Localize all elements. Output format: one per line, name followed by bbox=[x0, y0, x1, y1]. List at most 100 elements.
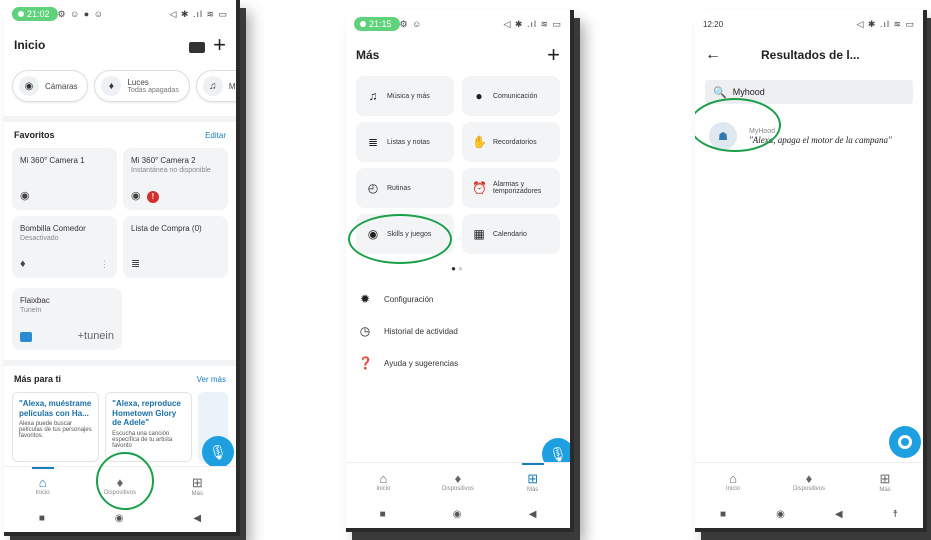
status-system-icons: ◁ ✱ .ıl ≋ ▭ bbox=[503, 18, 562, 29]
tile-lists[interactable]: ≣ Listas y notas bbox=[356, 122, 454, 162]
list-icon: ≣ bbox=[131, 258, 141, 270]
music-icon: ♫ bbox=[202, 76, 223, 96]
favorite-card-shopping-list[interactable]: Lista de Compra (0) ≣ bbox=[123, 216, 228, 278]
favorite-card-camera-1[interactable]: Mi 360° Camera 1 ◉ bbox=[12, 148, 117, 210]
routine-icon: ◴ bbox=[367, 181, 379, 195]
nav-home[interactable]: ⌂ Inicio bbox=[18, 467, 68, 496]
grid-plus-icon: ⊞ bbox=[527, 470, 539, 486]
bulb-icon: ♦ bbox=[101, 76, 122, 96]
nav-devices[interactable]: ♦ Dispositivos bbox=[784, 471, 834, 492]
grid-plus-icon: ⊞ bbox=[191, 474, 203, 490]
accessibility-icon[interactable]: ☨ bbox=[893, 509, 898, 520]
device-type-chips: ◉ Cámaras ♦ Luces Todas apagadas ♫ Mú bbox=[4, 62, 236, 110]
status-time: 12:20 bbox=[703, 19, 724, 29]
recents-icon[interactable]: ■ bbox=[380, 509, 386, 520]
favorites-title: Favoritos bbox=[14, 130, 55, 140]
tile-communication[interactable]: ● Comunicación bbox=[462, 76, 560, 116]
status-system-icons: ◁ ✱ .ıl ≋ ▭ bbox=[856, 18, 915, 29]
home-button-icon[interactable]: ◉ bbox=[776, 509, 785, 520]
chip-lights[interactable]: ♦ Luces Todas apagadas bbox=[94, 70, 190, 102]
list-item-help[interactable]: ❓ Ayuda y sugerencias bbox=[358, 347, 558, 379]
recents-icon[interactable]: ■ bbox=[720, 509, 726, 520]
status-bar: 12:20 ◁ ✱ .ıl ≋ ▭ bbox=[695, 10, 923, 38]
nav-home[interactable]: ⌂ Inicio bbox=[708, 471, 758, 492]
nav-more[interactable]: ⊞ Más bbox=[860, 471, 910, 493]
settings-icon: ✹ bbox=[359, 292, 371, 306]
edit-favorites-link[interactable]: Editar bbox=[205, 131, 226, 140]
status-bar: 21:02 ⚙ ☺ ● ☺ ◁ ✱ .ıl ≋ ▭ bbox=[4, 0, 236, 28]
keyboard-icon[interactable] bbox=[189, 41, 206, 53]
favorite-card-tunein[interactable]: Flaixbac TuneIn +tunein bbox=[12, 288, 122, 350]
nav-more[interactable]: ⊞ Más bbox=[508, 462, 558, 493]
alexa-button[interactable] bbox=[889, 426, 921, 458]
music-note-icon: ♫ bbox=[368, 89, 378, 103]
calendar-icon: ▦ bbox=[473, 227, 485, 241]
camera-icon: ◉ bbox=[131, 190, 141, 202]
list-item-history[interactable]: ◷ Historial de actividad bbox=[358, 315, 558, 347]
promo-card[interactable]: "Alexa, reproduce Hometown Glory de Adel… bbox=[105, 392, 193, 462]
highlight-circle-devices bbox=[96, 452, 154, 510]
nav-home[interactable]: ⌂ Inicio bbox=[358, 471, 408, 492]
nav-more[interactable]: ⊞ Más bbox=[172, 475, 222, 497]
status-notification-icons: ⚙ ☺ ● ☺ bbox=[57, 8, 104, 19]
back-icon[interactable]: ◀ bbox=[193, 513, 201, 524]
tunein-station-icon bbox=[20, 332, 32, 342]
header: Inicio + bbox=[4, 28, 236, 62]
chip-cameras[interactable]: ◉ Cámaras bbox=[12, 70, 89, 102]
more-options-icon[interactable]: ⋮ bbox=[100, 259, 109, 270]
chat-icon: ● bbox=[475, 89, 483, 103]
system-nav-bar: ■ ◉ ◀ ☨ bbox=[695, 500, 923, 528]
status-notification-icons: ⚙ ☺ bbox=[399, 18, 423, 29]
home-button-icon[interactable]: ◉ bbox=[115, 513, 124, 524]
favorite-card-camera-2[interactable]: Mi 360° Camera 2 Instantánea no disponib… bbox=[123, 148, 228, 210]
status-system-icons: ◁ ✱ .ıl ≋ ▭ bbox=[169, 8, 228, 19]
camera-icon: ◉ bbox=[20, 190, 30, 202]
status-bar: 21:15 ⚙ ☺ ◁ ✱ .ıl ≋ ▭ bbox=[346, 10, 570, 38]
history-icon: ◷ bbox=[359, 324, 371, 338]
bottom-nav: ⌂ Inicio ♦ Dispositivos ⊞ Más bbox=[346, 462, 570, 500]
list-item-settings[interactable]: ✹ Configuración bbox=[358, 283, 558, 315]
page-title: Inicio bbox=[14, 38, 46, 52]
status-pill: 21:15 bbox=[354, 17, 400, 31]
page-title: Más bbox=[356, 48, 380, 62]
page-title: Resultados de l... bbox=[761, 48, 860, 62]
home-icon: ⌂ bbox=[729, 471, 737, 486]
tile-alarms[interactable]: ⏰ Alarmas y temporizadores bbox=[462, 168, 560, 208]
see-more-link[interactable]: Ver más bbox=[197, 375, 226, 384]
camera-icon: ◉ bbox=[19, 76, 39, 96]
back-icon[interactable]: ◀ bbox=[529, 509, 537, 520]
status-pill: 21:02 bbox=[12, 7, 58, 21]
bottom-nav: ⌂ Inicio ♦ Dispositivos ⊞ Más bbox=[695, 462, 923, 500]
tunein-logo: +tunein bbox=[77, 330, 114, 342]
nav-devices[interactable]: ♦ Dispositivos bbox=[433, 471, 483, 492]
tile-music[interactable]: ♫ Música y más bbox=[356, 76, 454, 116]
bulb-icon: ♦ bbox=[454, 471, 462, 486]
favorites-grid: Mi 360° Camera 1 ◉ Mi 360° Camera 2 Inst… bbox=[4, 144, 236, 282]
phone-home-screen: 21:02 ⚙ ☺ ● ☺ ◁ ✱ .ıl ≋ ▭ Inicio + ◉ Cám… bbox=[4, 0, 240, 536]
tile-calendar[interactable]: ▦ Calendario bbox=[462, 214, 560, 254]
list-icon: ≣ bbox=[367, 135, 379, 149]
home-button-icon[interactable]: ◉ bbox=[453, 509, 462, 520]
header: Más + bbox=[346, 38, 570, 72]
help-icon: ❓ bbox=[358, 356, 373, 370]
back-icon[interactable]: ◀ bbox=[835, 509, 843, 520]
reminder-icon: ✋ bbox=[472, 135, 487, 149]
header: ← Resultados de l... bbox=[695, 38, 923, 72]
bulb-icon: ♦ bbox=[805, 471, 813, 486]
chip-music[interactable]: ♫ Mú bbox=[195, 70, 236, 102]
grid-plus-icon: ⊞ bbox=[879, 470, 891, 486]
add-icon[interactable]: + bbox=[213, 32, 226, 57]
tile-routines[interactable]: ◴ Rutinas bbox=[356, 168, 454, 208]
more-for-you-header: Más para ti Ver más bbox=[4, 366, 236, 388]
promo-card[interactable]: "Alexa, muéstrame películas con Ha... Al… bbox=[12, 392, 100, 462]
back-arrow-icon[interactable]: ← bbox=[705, 46, 721, 64]
add-icon[interactable]: + bbox=[547, 44, 560, 66]
home-icon: ⌂ bbox=[379, 471, 388, 486]
recents-icon[interactable]: ■ bbox=[39, 513, 45, 524]
tile-reminders[interactable]: ✋ Recordatorios bbox=[462, 122, 560, 162]
favorite-card-bulb[interactable]: Bombilla Comedor Desactivado ♦ ⋮ bbox=[12, 216, 117, 278]
favorites-header: Favoritos Editar bbox=[4, 122, 236, 144]
system-nav-bar: ■ ◉ ◀ bbox=[346, 500, 570, 528]
bulb-icon: ♦ bbox=[20, 258, 26, 270]
alexa-mic-button[interactable]: 🎙 bbox=[202, 436, 234, 468]
